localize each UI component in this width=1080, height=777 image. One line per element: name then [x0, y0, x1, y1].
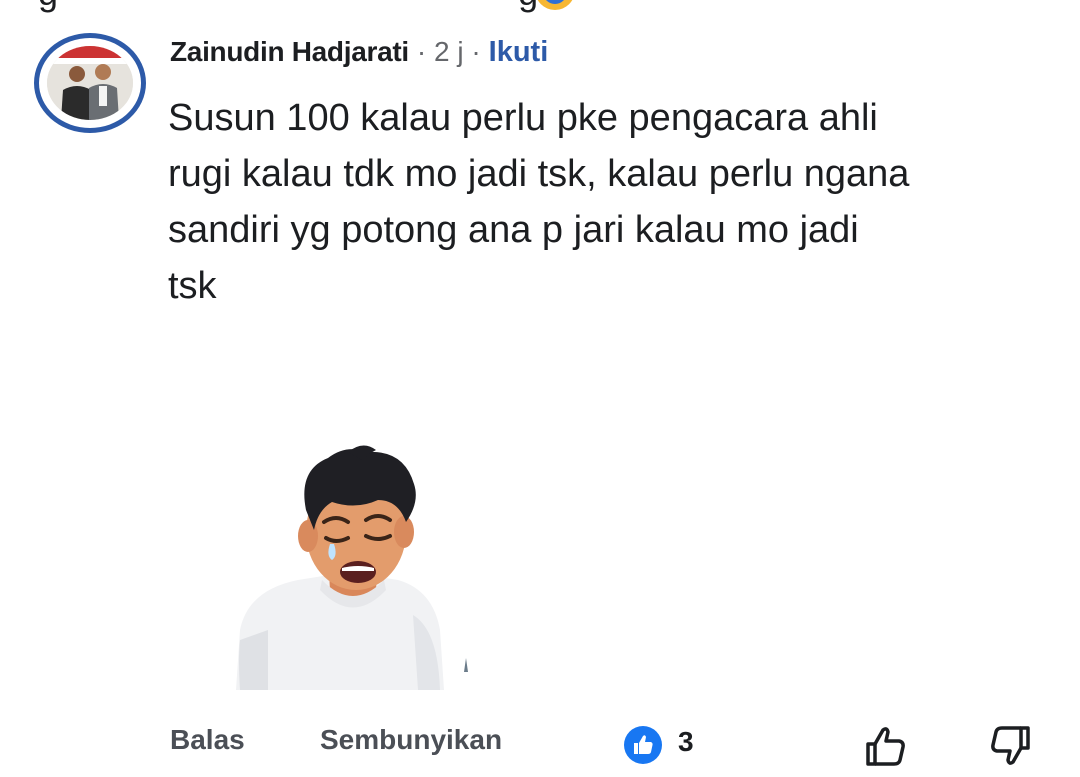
profile-photo-people-icon: [47, 46, 133, 120]
reaction-count[interactable]: 3: [678, 726, 694, 758]
thumbs-down-outline-icon: [991, 726, 1030, 765]
comment-line: Susun 100 kalau perlu pke pengacara ahli: [168, 97, 878, 139]
comment-line: sandiri yg potong ana p jari kalau mo ja…: [168, 209, 859, 251]
comment-action-bar: Balas Sembunyikan 3: [0, 720, 1080, 770]
previous-comment-fragment: g g: [38, 0, 538, 14]
follow-button[interactable]: Ikuti: [489, 36, 549, 69]
thumbs-up-outline-icon: [866, 727, 905, 766]
laughing-emoji-icon: [535, 0, 575, 10]
comment-text: Susun 100 kalau perlu pke pengacara ahli…: [168, 90, 1058, 314]
thumbs-up-icon: [634, 735, 653, 754]
comment-screenshot: g g Zainudin Hadj: [0, 0, 1080, 777]
author-name[interactable]: Zainudin Hadjarati: [170, 36, 409, 68]
comment-timestamp[interactable]: · 2 j ·: [417, 36, 481, 68]
dislike-button[interactable]: [986, 722, 1034, 770]
crying-avatar-sticker[interactable]: [228, 440, 488, 690]
crying-avatar-icon: [236, 445, 468, 690]
comment-header: Zainudin Hadjarati · 2 j · Ikuti: [170, 30, 548, 74]
reply-button[interactable]: Balas: [170, 724, 245, 756]
like-button[interactable]: [862, 722, 910, 770]
profile-photo: [47, 46, 133, 120]
like-reaction-icon[interactable]: [624, 726, 662, 764]
avatar[interactable]: [34, 33, 146, 133]
hide-button[interactable]: Sembunyikan: [320, 724, 502, 756]
comment-line: tsk: [168, 265, 217, 307]
comment-line: rugi kalau tdk mo jadi tsk, kalau perlu …: [168, 153, 910, 195]
